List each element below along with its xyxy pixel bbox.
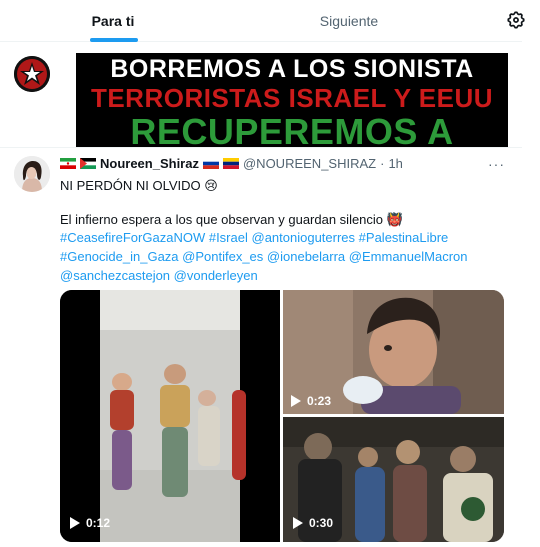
- media-grid: 0:12 0:23 0:30: [60, 290, 504, 542]
- post-header: Noureen_Shiraz @NOUREEN_SHIRAZ · 1h: [60, 156, 403, 171]
- palestine-flag-icon: [80, 158, 96, 169]
- video-thumbnail-1[interactable]: 0:12: [60, 290, 280, 542]
- tab-following[interactable]: Siguiente: [226, 0, 472, 42]
- post-banner-image[interactable]: BORREMOS A LOS SIONISTA TERRORISTAS ISRA…: [76, 53, 508, 148]
- venezuela-flag-icon: [222, 158, 239, 169]
- hashtag-link[interactable]: #CeasefireForGazaNOW: [60, 230, 205, 245]
- play-icon: [291, 395, 301, 407]
- post-timestamp[interactable]: 1h: [388, 156, 402, 171]
- timeline-tabs: Para ti Siguiente: [0, 0, 522, 42]
- russia-flag-icon: [202, 158, 219, 169]
- mention-link[interactable]: @antonioguterres: [252, 230, 356, 245]
- mention-link[interactable]: @Pontifex_es: [182, 249, 263, 264]
- video-frame-1-image: [60, 290, 280, 542]
- video-thumbnail-3[interactable]: 0:30: [283, 417, 504, 542]
- video-1-duration-label: 0:12: [86, 516, 111, 530]
- post[interactable]: Noureen_Shiraz @NOUREEN_SHIRAZ · 1h ··· …: [0, 148, 522, 547]
- tab-following-label: Siguiente: [319, 13, 379, 29]
- video-3-duration-label: 0:30: [309, 516, 334, 530]
- tab-for-you[interactable]: Para ti: [0, 0, 226, 42]
- person-photo-icon: [14, 156, 50, 192]
- previous-post[interactable]: BORREMOS A LOS SIONISTA TERRORISTAS ISRA…: [0, 42, 522, 148]
- mention-link[interactable]: @sanchezcastejon: [60, 268, 170, 283]
- author-handle[interactable]: @NOUREEN_SHIRAZ: [243, 156, 376, 171]
- video-1-duration: 0:12: [70, 516, 110, 530]
- banner-line-2: TERRORISTAS ISRAEL Y EEUU: [90, 83, 494, 113]
- banner-line-3: RECUPEREMOS A: [130, 111, 454, 148]
- video-3-duration: 0:30: [293, 516, 333, 530]
- settings-gear-icon[interactable]: [506, 10, 526, 30]
- video-2-duration-label: 0:23: [307, 394, 332, 408]
- post-text-line-2: El infierno espera a los que observan y …: [60, 212, 403, 227]
- hashtag-link[interactable]: #Israel: [209, 230, 248, 245]
- play-icon: [70, 517, 80, 529]
- author-name[interactable]: Noureen_Shiraz: [100, 156, 199, 171]
- post-hashtags-mentions: #CeasefireForGazaNOW #Israel @antoniogut…: [60, 228, 515, 285]
- mention-link[interactable]: @vonderleyen: [174, 268, 258, 283]
- author-avatar[interactable]: [14, 156, 50, 192]
- video-2-duration: 0:23: [291, 394, 331, 408]
- iran-flag-icon: [60, 158, 76, 169]
- more-options-icon[interactable]: ···: [488, 156, 505, 172]
- mention-link[interactable]: @ionebelarra: [267, 249, 345, 264]
- post-text-line-1: NI PERDÓN NI OLVIDO 😢: [60, 178, 218, 193]
- hashtag-link[interactable]: #PalestinaLibre: [359, 230, 449, 245]
- banner-line-1: BORREMOS A LOS SIONISTA: [110, 55, 474, 83]
- video-thumbnail-2[interactable]: 0:23: [283, 290, 504, 414]
- hashtag-link[interactable]: #Genocide_in_Gaza: [60, 249, 179, 264]
- previous-post-avatar[interactable]: [14, 56, 50, 92]
- tab-for-you-label: Para ti: [91, 13, 135, 29]
- mention-link[interactable]: @EmmanuelMacron: [349, 249, 468, 264]
- separator-dot: ·: [380, 156, 385, 171]
- red-star-logo-icon: [14, 56, 50, 92]
- play-icon: [293, 517, 303, 529]
